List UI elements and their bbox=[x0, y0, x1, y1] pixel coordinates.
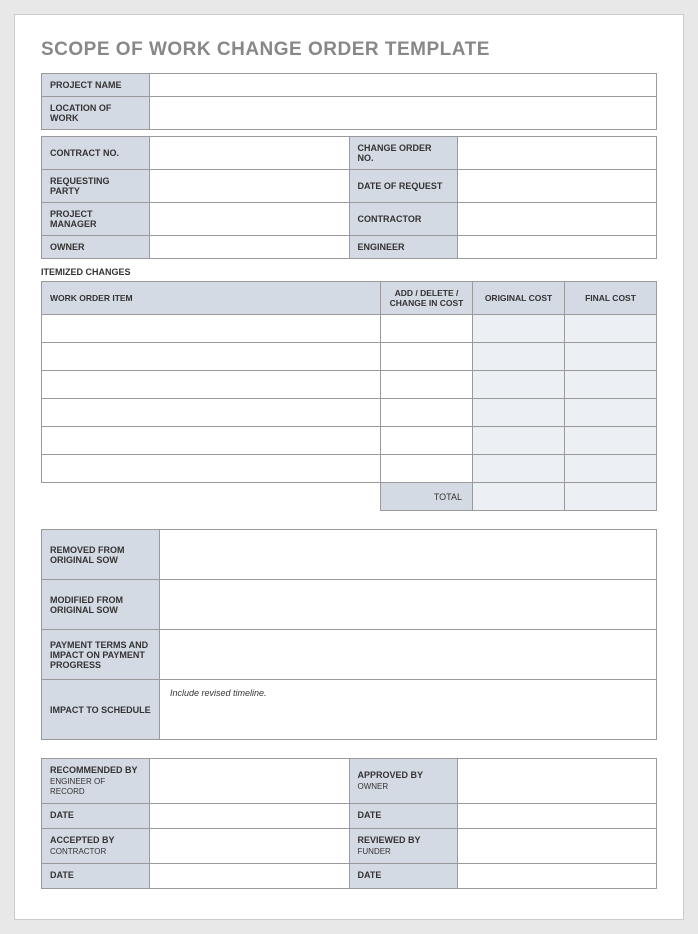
signoff-table: RECOMMENDED BY ENGINEER OF RECORD APPROV… bbox=[41, 758, 657, 889]
final-cost-cell[interactable] bbox=[565, 455, 657, 483]
itemized-heading: ITEMIZED CHANGES bbox=[41, 267, 657, 277]
col-final-cost: FINAL COST bbox=[565, 282, 657, 315]
date-of-request-label: DATE OF REQUEST bbox=[349, 170, 457, 203]
item-cell[interactable] bbox=[42, 455, 381, 483]
original-cost-cell[interactable] bbox=[473, 343, 565, 371]
engineer-label: ENGINEER bbox=[349, 236, 457, 259]
recommended-date-value[interactable] bbox=[150, 804, 350, 829]
header-table-2: CONTRACT NO. CHANGE ORDER NO. REQUESTING… bbox=[41, 136, 657, 259]
total-final bbox=[565, 483, 657, 511]
table-row bbox=[42, 399, 657, 427]
change-cell[interactable] bbox=[381, 399, 473, 427]
recommended-label: RECOMMENDED BY ENGINEER OF RECORD bbox=[42, 759, 150, 804]
approved-title: APPROVED BY bbox=[358, 770, 424, 780]
owner-value[interactable] bbox=[150, 236, 350, 259]
modified-value[interactable] bbox=[160, 580, 657, 630]
original-cost-cell[interactable] bbox=[473, 427, 565, 455]
recommended-title: RECOMMENDED BY bbox=[50, 765, 138, 775]
accepted-date-value[interactable] bbox=[150, 864, 350, 889]
approved-label: APPROVED BY OWNER bbox=[349, 759, 457, 804]
reviewed-title: REVIEWED BY bbox=[358, 835, 421, 845]
project-manager-label: PROJECT MANAGER bbox=[42, 203, 150, 236]
header-table-1: PROJECT NAME LOCATION OF WORK bbox=[41, 73, 657, 130]
approved-value[interactable] bbox=[457, 759, 657, 804]
reviewed-value[interactable] bbox=[457, 829, 657, 864]
reviewed-label: REVIEWED BY FUNDER bbox=[349, 829, 457, 864]
schedule-label: IMPACT TO SCHEDULE bbox=[42, 680, 160, 740]
project-name-value[interactable] bbox=[150, 74, 657, 97]
change-cell[interactable] bbox=[381, 371, 473, 399]
total-label: TOTAL bbox=[381, 483, 473, 511]
change-cell[interactable] bbox=[381, 343, 473, 371]
change-order-no-value[interactable] bbox=[457, 137, 657, 170]
location-value[interactable] bbox=[150, 97, 657, 130]
change-cell[interactable] bbox=[381, 315, 473, 343]
accepted-date-label: DATE bbox=[42, 864, 150, 889]
table-row bbox=[42, 315, 657, 343]
accepted-sub: CONTRACTOR bbox=[50, 847, 141, 857]
reviewed-sub: FUNDER bbox=[358, 847, 449, 857]
original-cost-cell[interactable] bbox=[473, 371, 565, 399]
table-row bbox=[42, 455, 657, 483]
schedule-value[interactable]: Include revised timeline. bbox=[160, 680, 657, 740]
owner-label: OWNER bbox=[42, 236, 150, 259]
table-row bbox=[42, 427, 657, 455]
recommended-value[interactable] bbox=[150, 759, 350, 804]
final-cost-cell[interactable] bbox=[565, 427, 657, 455]
contract-no-value[interactable] bbox=[150, 137, 350, 170]
final-cost-cell[interactable] bbox=[565, 315, 657, 343]
requesting-party-label: REQUESTING PARTY bbox=[42, 170, 150, 203]
contractor-label: CONTRACTOR bbox=[349, 203, 457, 236]
modified-label: MODIFIED FROM ORIGINAL SOW bbox=[42, 580, 160, 630]
item-cell[interactable] bbox=[42, 371, 381, 399]
item-cell[interactable] bbox=[42, 315, 381, 343]
col-add-delete: ADD / DELETE / CHANGE IN COST bbox=[381, 282, 473, 315]
payment-label: PAYMENT TERMS AND IMPACT ON PAYMENT PROG… bbox=[42, 630, 160, 680]
reviewed-date-value[interactable] bbox=[457, 864, 657, 889]
col-work-order-item: WORK ORDER ITEM bbox=[42, 282, 381, 315]
recommended-sub: ENGINEER OF RECORD bbox=[50, 777, 141, 798]
item-cell[interactable] bbox=[42, 427, 381, 455]
final-cost-cell[interactable] bbox=[565, 371, 657, 399]
removed-label: REMOVED FROM ORIGINAL SOW bbox=[42, 530, 160, 580]
accepted-label: ACCEPTED BY CONTRACTOR bbox=[42, 829, 150, 864]
project-manager-value[interactable] bbox=[150, 203, 350, 236]
document-page: SCOPE OF WORK CHANGE ORDER TEMPLATE PROJ… bbox=[14, 14, 684, 920]
contractor-value[interactable] bbox=[457, 203, 657, 236]
accepted-value[interactable] bbox=[150, 829, 350, 864]
approved-date-label: DATE bbox=[349, 804, 457, 829]
date-of-request-value[interactable] bbox=[457, 170, 657, 203]
approved-date-value[interactable] bbox=[457, 804, 657, 829]
change-cell[interactable] bbox=[381, 455, 473, 483]
col-original-cost: ORIGINAL COST bbox=[473, 282, 565, 315]
recommended-date-label: DATE bbox=[42, 804, 150, 829]
original-cost-cell[interactable] bbox=[473, 399, 565, 427]
change-order-no-label: CHANGE ORDER NO. bbox=[349, 137, 457, 170]
final-cost-cell[interactable] bbox=[565, 343, 657, 371]
engineer-value[interactable] bbox=[457, 236, 657, 259]
removed-value[interactable] bbox=[160, 530, 657, 580]
total-row: TOTAL bbox=[42, 483, 657, 511]
item-cell[interactable] bbox=[42, 399, 381, 427]
notes-table: REMOVED FROM ORIGINAL SOW MODIFIED FROM … bbox=[41, 529, 657, 740]
approved-sub: OWNER bbox=[358, 782, 449, 792]
final-cost-cell[interactable] bbox=[565, 399, 657, 427]
original-cost-cell[interactable] bbox=[473, 455, 565, 483]
reviewed-date-label: DATE bbox=[349, 864, 457, 889]
total-original bbox=[473, 483, 565, 511]
location-label: LOCATION OF WORK bbox=[42, 97, 150, 130]
project-name-label: PROJECT NAME bbox=[42, 74, 150, 97]
item-cell[interactable] bbox=[42, 343, 381, 371]
page-title: SCOPE OF WORK CHANGE ORDER TEMPLATE bbox=[41, 39, 657, 61]
payment-value[interactable] bbox=[160, 630, 657, 680]
contract-no-label: CONTRACT NO. bbox=[42, 137, 150, 170]
accepted-title: ACCEPTED BY bbox=[50, 835, 115, 845]
change-cell[interactable] bbox=[381, 427, 473, 455]
table-row bbox=[42, 371, 657, 399]
requesting-party-value[interactable] bbox=[150, 170, 350, 203]
itemized-table: WORK ORDER ITEM ADD / DELETE / CHANGE IN… bbox=[41, 281, 657, 511]
table-row bbox=[42, 343, 657, 371]
original-cost-cell[interactable] bbox=[473, 315, 565, 343]
